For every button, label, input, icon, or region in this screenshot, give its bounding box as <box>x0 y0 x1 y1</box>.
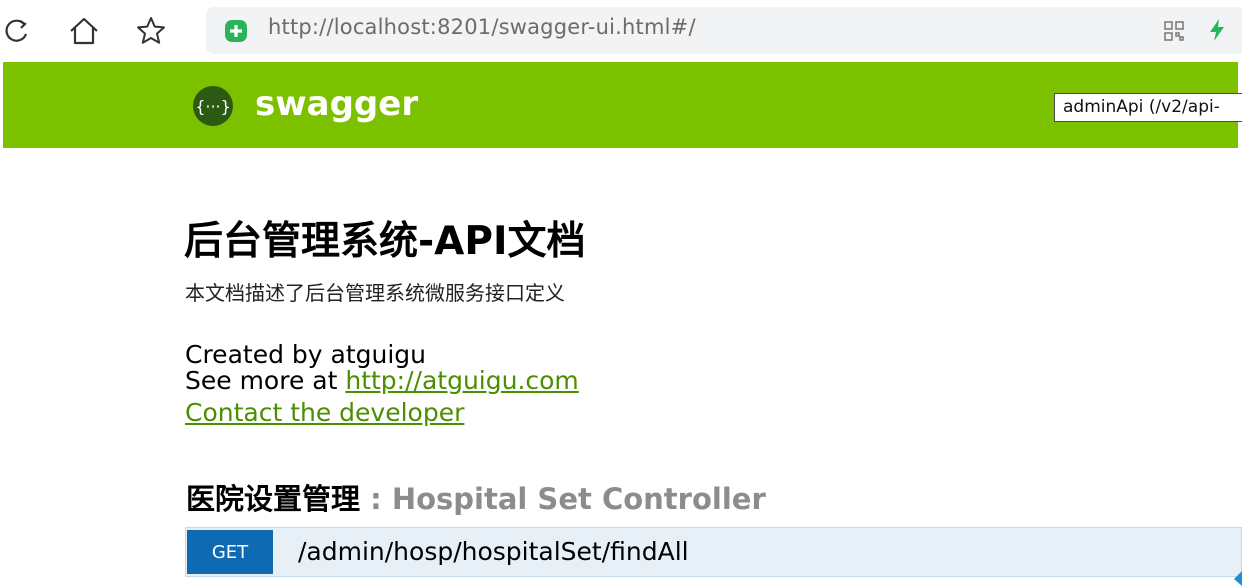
refresh-icon[interactable] <box>0 14 34 48</box>
see-more-prefix: See more at <box>185 366 346 395</box>
browser-toolbar: http://localhost:8201/swagger-ui.html#/ <box>0 0 1242 62</box>
qr-code-icon[interactable] <box>1164 21 1184 45</box>
controller-separator: : <box>360 482 392 516</box>
see-more-line: See more at http://atguigu.com <box>185 367 579 395</box>
shield-icon <box>224 19 248 47</box>
home-icon[interactable] <box>67 14 101 48</box>
see-more-link[interactable]: http://atguigu.com <box>345 366 578 395</box>
controller-name-cn: 医院设置管理 <box>186 482 361 516</box>
url-text[interactable]: http://localhost:8201/swagger-ui.html#/ <box>268 15 696 39</box>
method-badge[interactable]: GET <box>187 530 273 574</box>
bolt-icon[interactable] <box>1208 18 1226 46</box>
address-bar[interactable]: http://localhost:8201/swagger-ui.html#/ <box>206 7 1242 54</box>
operation-path[interactable]: /admin/hosp/hospitalSet/findAll <box>298 537 689 566</box>
spec-select[interactable]: adminApi (/v2/api- <box>1054 93 1242 122</box>
api-description: 本文档描述了后台管理系统微服务接口定义 <box>185 281 565 305</box>
controller-heading[interactable]: 医院设置管理 : Hospital Set Controller <box>186 476 766 518</box>
swagger-topbar: {···} swagger adminApi (/v2/api- <box>3 62 1242 148</box>
swagger-logo-icon[interactable]: {···} <box>186 86 242 130</box>
scroll-indicator-icon <box>1234 571 1242 586</box>
controller-name-en: Hospital Set Controller <box>391 482 766 516</box>
swagger-logo-text[interactable]: swagger <box>255 84 418 124</box>
contact-developer-link[interactable]: Contact the developer <box>185 398 464 428</box>
api-title: 后台管理系统-API文档 <box>184 219 586 264</box>
created-by: Created by atguigu <box>185 340 426 369</box>
operation-row[interactable]: GET /admin/hosp/hospitalSet/findAll <box>185 527 1242 577</box>
star-icon[interactable] <box>134 14 168 48</box>
svg-text:{···}: {···} <box>195 97 231 116</box>
